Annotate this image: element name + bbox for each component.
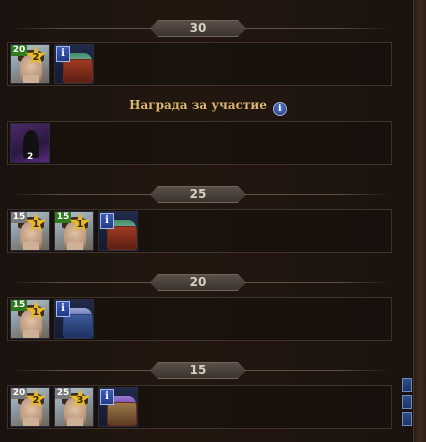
hero-reward[interactable]: 20 2 (10, 44, 50, 84)
hero-reward[interactable]: 20 2 (10, 387, 50, 427)
reward-row-30: 20 2 i (7, 42, 392, 86)
chest-reward[interactable]: i (98, 211, 138, 251)
hero-level-badge: 15 (11, 212, 27, 223)
item-count: 2 (27, 152, 34, 162)
hero-level-badge: 20 (11, 388, 27, 399)
shadow-hero-reward[interactable]: 2 (10, 123, 50, 163)
reward-row-20: 15 1 i (7, 297, 392, 341)
info-icon[interactable]: i (56, 46, 70, 62)
info-icon[interactable]: i (100, 389, 114, 405)
window-frame (413, 0, 426, 442)
rewards-panel: 30 20 2 i Награда за участие i 2 25 15 1… (0, 0, 416, 442)
level-badge-25: 25 (150, 186, 246, 203)
hero-level-badge: 25 (55, 388, 71, 399)
participation-reward-header: Награда за участие i (0, 98, 416, 116)
scrollbar-segment[interactable] (402, 378, 412, 392)
info-icon[interactable]: i (100, 213, 114, 229)
chest-reward[interactable]: i (54, 299, 94, 339)
hero-level-badge: 15 (55, 212, 71, 223)
participation-reward-title: Награда за участие (129, 98, 267, 112)
hero-level-badge: 20 (11, 45, 27, 56)
reward-row-25: 15 1 15 1 i (7, 209, 392, 253)
chest-reward[interactable]: i (98, 387, 138, 427)
level-badge-15: 15 (150, 362, 246, 379)
chest-reward[interactable]: i (54, 44, 94, 84)
hero-reward[interactable]: 15 1 (10, 211, 50, 251)
hero-level-badge: 15 (11, 300, 27, 311)
hero-reward[interactable]: 15 1 (10, 299, 50, 339)
scrollbar-segment[interactable] (402, 412, 412, 426)
info-icon[interactable]: i (272, 102, 287, 116)
hero-reward[interactable]: 15 1 (54, 211, 94, 251)
level-badge-20: 20 (150, 274, 246, 291)
info-icon[interactable]: i (56, 301, 70, 317)
reward-row-15: 20 2 25 3 i (7, 385, 392, 429)
scrollbar[interactable] (402, 378, 412, 426)
scrollbar-segment[interactable] (402, 395, 412, 409)
hero-reward[interactable]: 25 3 (54, 387, 94, 427)
participation-reward-row: 2 (7, 121, 392, 165)
level-badge-30: 30 (150, 20, 246, 37)
